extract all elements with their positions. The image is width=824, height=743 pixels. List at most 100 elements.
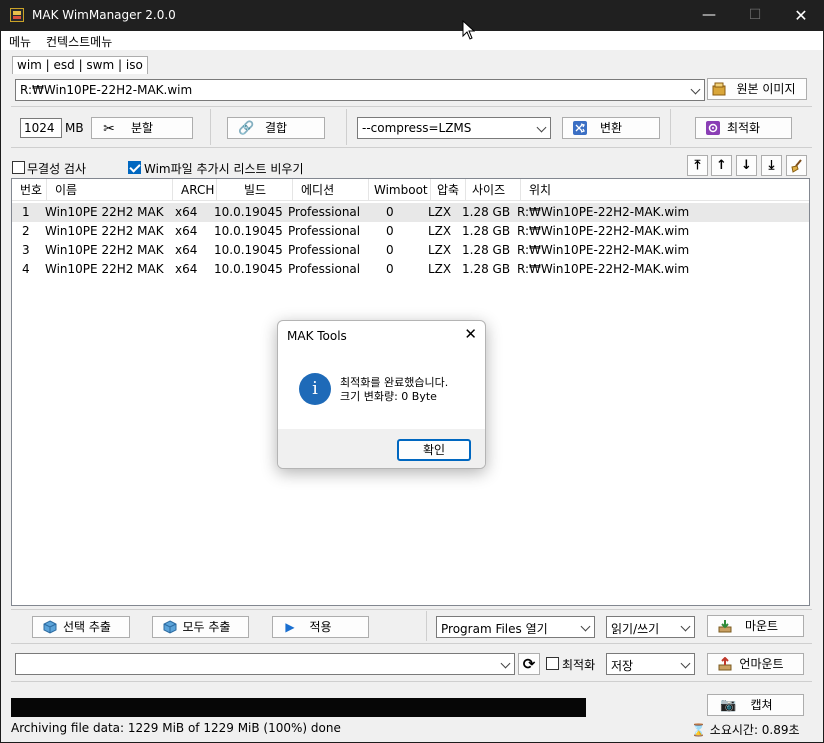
table-cell: 1.28 GB [462, 262, 511, 276]
cube-icon [163, 620, 177, 634]
merge-button[interactable]: 🔗 결합 [227, 117, 325, 139]
extract-selected-button[interactable]: 선택 추출 [32, 616, 130, 638]
app-icon [10, 8, 24, 22]
column-header[interactable]: 사이즈 [466, 179, 521, 201]
chevron-down-icon [536, 122, 547, 133]
table-row[interactable]: 1 Win10PE 22H2 MAK x64 10.0.19045 Profession… [12, 203, 809, 222]
chevron-down-icon [580, 621, 591, 632]
unmount-button[interactable]: 언마운트 [707, 653, 804, 675]
table-cell: 2 [22, 224, 30, 238]
table-row[interactable]: 2 Win10PE 22H2 MAK x64 10.0.19045 Profession… [12, 222, 809, 241]
table-cell: Professional [288, 224, 361, 238]
mount-label: 마운트 [744, 619, 779, 633]
optimize-checkbox[interactable] [546, 657, 559, 670]
column-header[interactable]: ARCH [173, 179, 217, 201]
clear-list-checkbox[interactable] [128, 161, 141, 174]
table-cell: R:₩Win10PE-22H2-MAK.wim [517, 224, 690, 238]
hourglass-icon: ⌛ [691, 723, 706, 737]
optimize-button[interactable]: 최적화 [695, 117, 792, 139]
dialog-footer: 확인 [278, 429, 485, 468]
ok-button[interactable]: 확인 [397, 439, 471, 461]
mount-button[interactable]: 마운트 [707, 615, 804, 637]
table-cell: 1.28 GB [462, 243, 511, 257]
chevron-down-icon [680, 658, 691, 669]
divider [11, 106, 812, 107]
table-cell: 0 [386, 224, 394, 238]
minimize-icon[interactable]: — [686, 0, 732, 31]
column-header[interactable]: 에디션 [293, 179, 369, 201]
scissors-icon: ✂ [103, 121, 115, 137]
move-top-button[interactable]: ⤒ [687, 155, 708, 176]
table-row[interactable]: 3 Win10PE 22H2 MAK x64 10.0.19045 Profession… [12, 241, 809, 260]
merge-label: 결합 [264, 121, 288, 135]
maximize-icon[interactable]: ☐ [732, 0, 778, 31]
table-cell: Professional [288, 243, 361, 257]
apply-label: 적용 [309, 620, 332, 634]
apply-button[interactable]: ▶ 적용 [272, 616, 369, 638]
move-up-button[interactable]: ↑ [711, 155, 732, 176]
optimize-label: 최적화 [726, 121, 761, 135]
program-files-value: Program Files 열기 [441, 622, 548, 636]
table-cell: 1.28 GB [462, 205, 511, 219]
split-button[interactable]: ✂ 분할 [91, 117, 193, 139]
column-header[interactable]: 위치 [521, 179, 809, 201]
table-row[interactable]: 4 Win10PE 22H2 MAK x64 10.0.19045 Profession… [12, 260, 809, 279]
convert-button[interactable]: 변환 [562, 117, 660, 139]
table-cell: 3 [22, 243, 30, 257]
menu-item-menu[interactable]: 메뉴 [9, 33, 31, 50]
integrity-check-checkbox[interactable] [12, 161, 25, 174]
column-header[interactable]: 번호 [12, 179, 47, 201]
status-text: Archiving file data: 1229 MiB of 1229 Mi… [11, 721, 341, 735]
divider [11, 643, 812, 644]
list-header: 번호 이름 ARCH 빌드 에디션 Wimboot 압축 사이즈 위치 [12, 179, 809, 201]
menu-bar: 메뉴 컨텍스트메뉴 [1, 31, 823, 50]
capture-button[interactable]: 📷 캡쳐 [707, 694, 804, 716]
extract-all-button[interactable]: 모두 추출 [152, 616, 249, 638]
save-mode-combo[interactable]: 저장 [606, 653, 695, 675]
table-cell: 0 [386, 205, 394, 219]
table-cell: 0 [386, 243, 394, 257]
cube-icon [43, 620, 57, 634]
compress-combo[interactable]: --compress=LZMS [357, 117, 551, 139]
integrity-check-label: 무결성 검사 [27, 162, 87, 176]
table-cell: Professional [288, 262, 361, 276]
column-header[interactable]: 이름 [47, 179, 173, 201]
close-icon[interactable]: ✕ [778, 0, 824, 31]
chevron-down-icon [680, 621, 691, 632]
table-cell: 1.28 GB [462, 224, 511, 238]
close-icon[interactable]: ✕ [464, 325, 477, 343]
mouse-cursor-icon [462, 20, 475, 40]
divider [346, 109, 347, 145]
source-image-button[interactable]: 원본 이미지 [707, 78, 807, 100]
divider [210, 109, 211, 145]
split-label: 분할 [130, 121, 154, 135]
dialog-message: 최적화를 완료했습니다. 크기 변화량: 0 Byte [340, 376, 448, 404]
extract-all-label: 모두 추출 [182, 620, 231, 634]
column-header[interactable]: 압축 [431, 179, 466, 201]
column-header[interactable]: Wimboot [369, 179, 431, 201]
table-cell: 10.0.19045 [214, 262, 283, 276]
play-icon: ▶ [285, 620, 295, 634]
move-down-button[interactable]: ↓ [736, 155, 757, 176]
camera-icon: 📷 [720, 698, 737, 713]
clear-list-button[interactable] [786, 155, 807, 176]
refresh-button[interactable]: ⟳ [518, 653, 540, 675]
table-cell: R:₩Win10PE-22H2-MAK.wim [517, 262, 690, 276]
column-header[interactable]: 빌드 [217, 179, 293, 201]
table-cell: 1 [22, 205, 30, 219]
read-write-combo[interactable]: 읽기/쓰기 [606, 616, 695, 638]
program-files-combo[interactable]: Program Files 열기 [436, 616, 595, 638]
menu-item-context[interactable]: 컨텍스트메뉴 [46, 33, 112, 50]
table-cell: x64 [175, 243, 198, 257]
table-cell: R:₩Win10PE-22H2-MAK.wim [517, 243, 690, 257]
file-type-filter-tab[interactable]: wim | esd | swm | iso [12, 56, 148, 74]
wim-path-combo[interactable]: R:₩Win10PE-22H2-MAK.wim [15, 79, 705, 101]
move-bottom-button[interactable]: ⤓ [761, 155, 782, 176]
target-path-combo[interactable] [15, 653, 515, 675]
table-cell: Win10PE 22H2 MAK [45, 262, 164, 276]
table-cell: LZX [428, 262, 452, 276]
table-cell: LZX [428, 224, 452, 238]
mount-icon [718, 620, 732, 633]
table-cell: 10.0.19045 [214, 205, 283, 219]
split-size-input[interactable]: 1024 [20, 118, 62, 138]
